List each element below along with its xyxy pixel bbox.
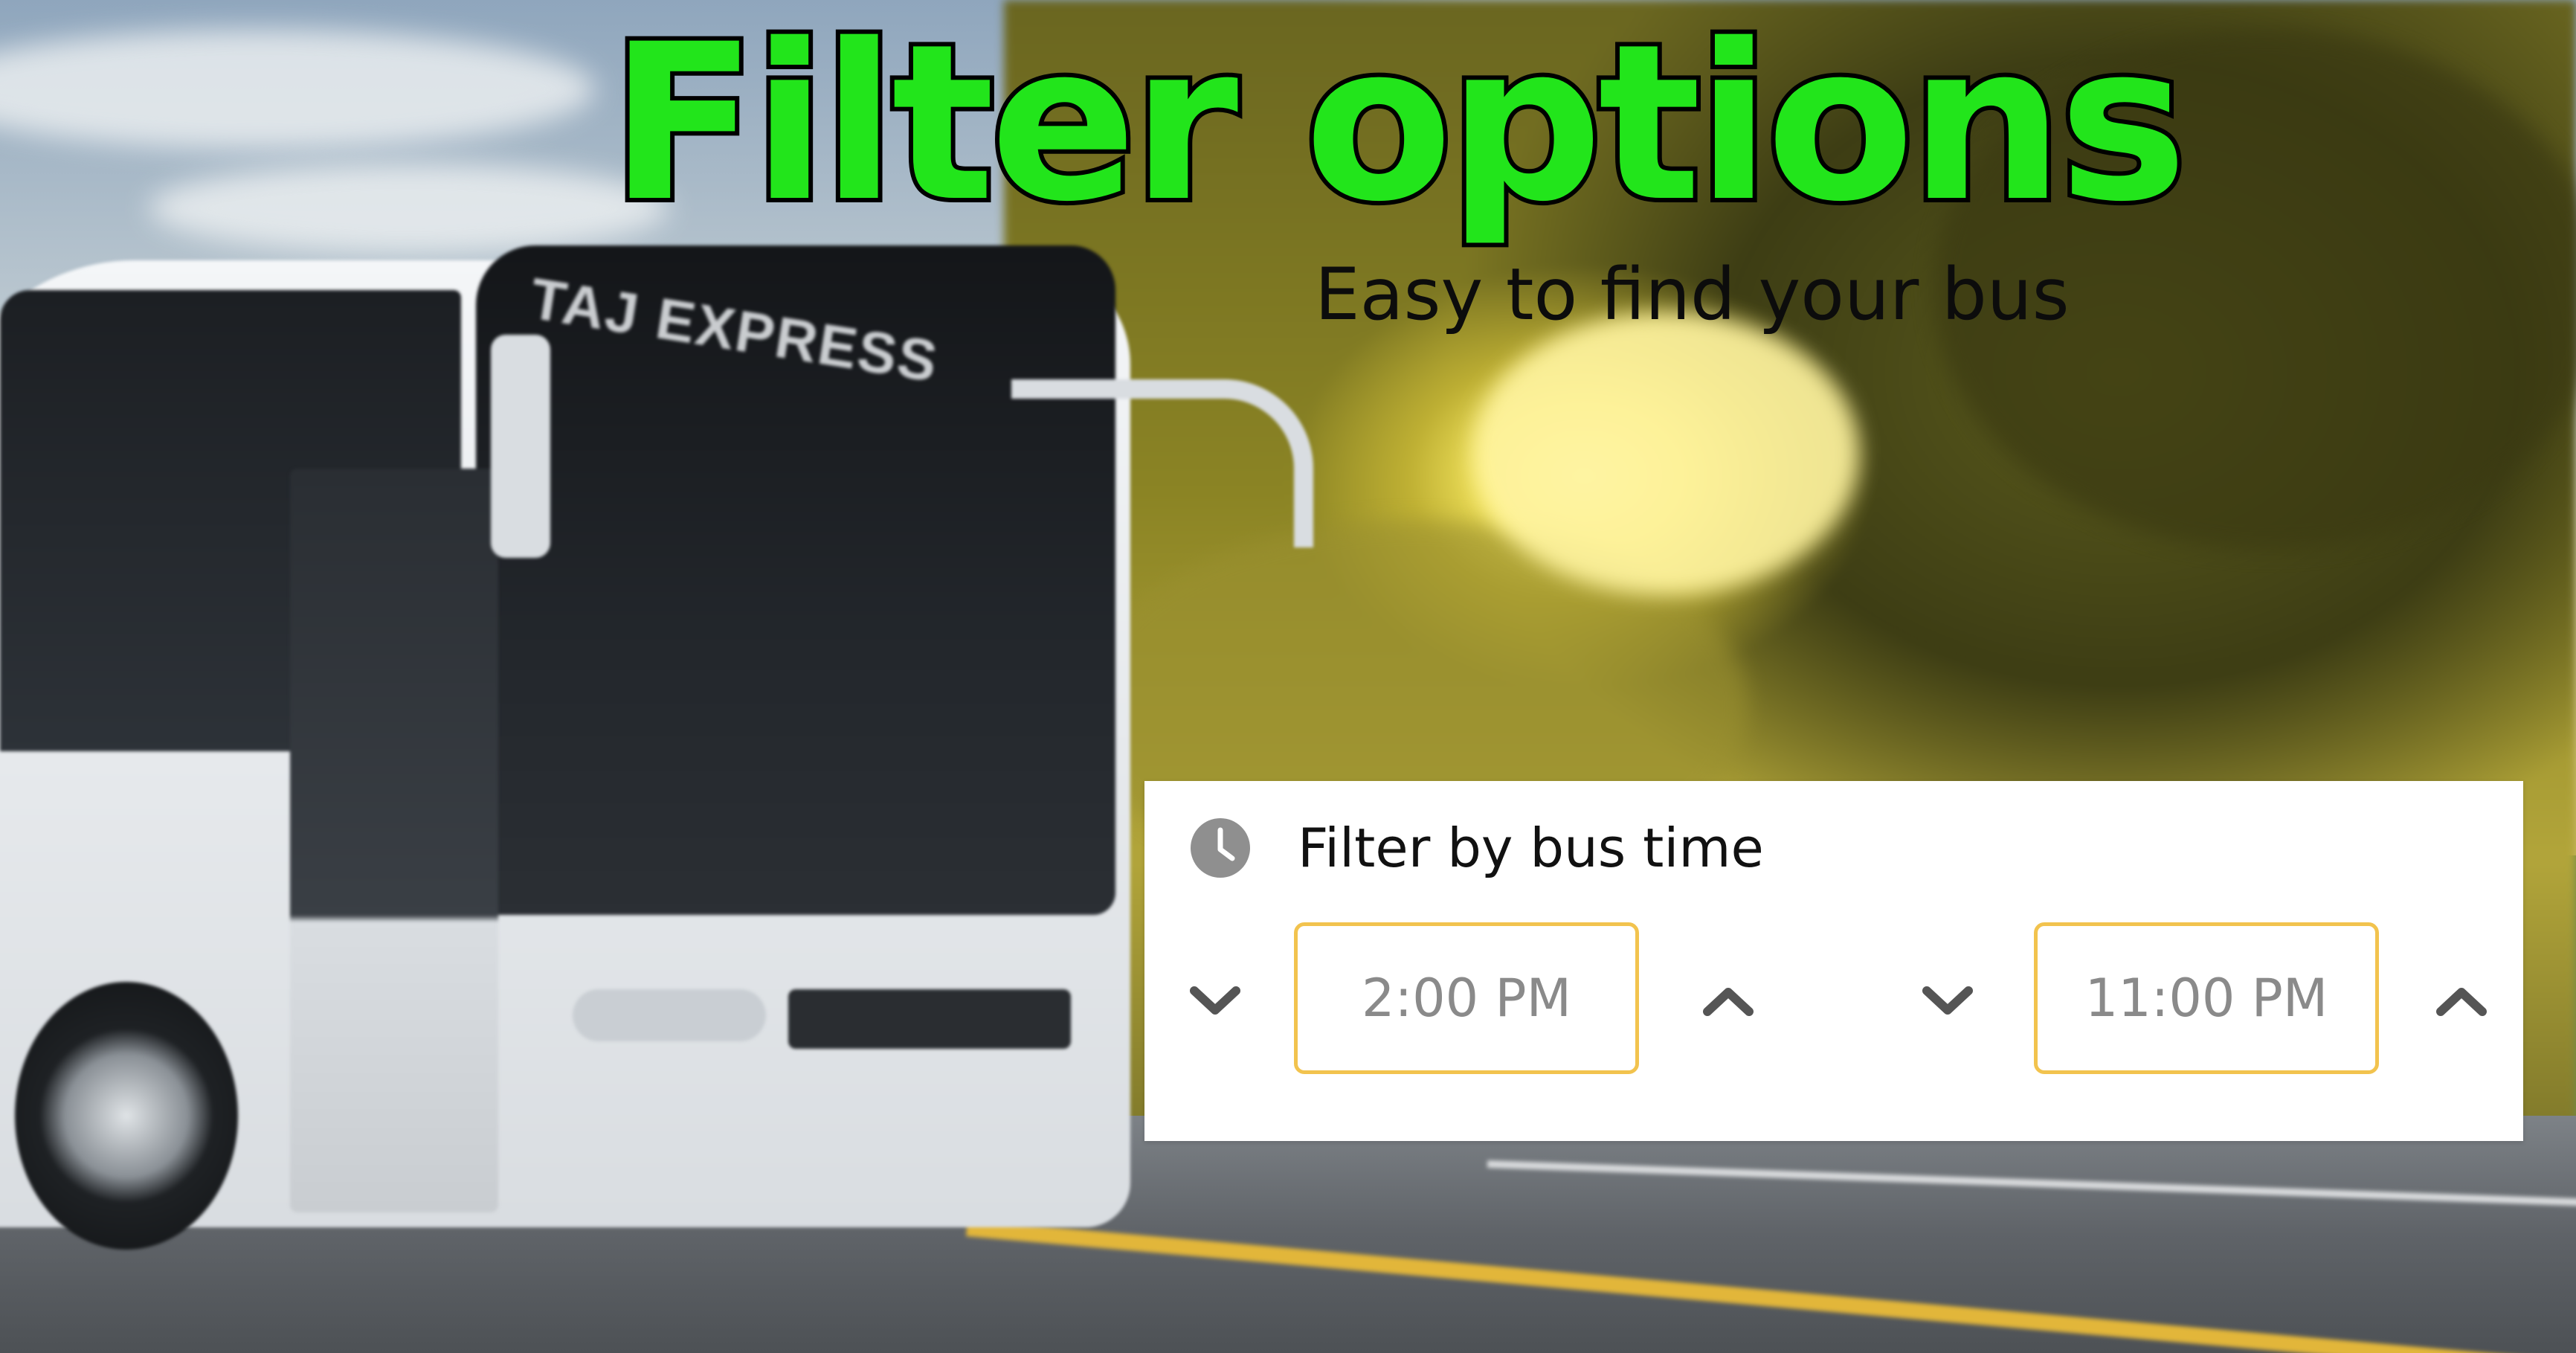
bus-image: TAJ EXPRESS: [0, 201, 1313, 1264]
chevron-down-icon: [1922, 986, 1973, 1015]
bus-headlight: [573, 989, 766, 1041]
bus-mirror: [491, 335, 550, 558]
chevron-up-icon: [2436, 988, 2487, 1016]
chevron-down-icon: [1190, 986, 1240, 1015]
clock-icon: [1189, 817, 1252, 879]
start-time-increase-button[interactable]: [1698, 979, 1758, 1023]
start-time-decrease-button[interactable]: [1185, 979, 1245, 1023]
filter-header: Filter by bus time: [1189, 811, 1764, 885]
promo-headline: Filter options: [605, 0, 2192, 249]
end-time-decrease-button[interactable]: [1918, 979, 1977, 1023]
filter-title: Filter by bus time: [1298, 817, 1764, 879]
bus-door: [290, 469, 498, 1212]
bus-grille: [788, 989, 1071, 1049]
promo-subheadline: Easy to find your bus: [1315, 253, 2070, 336]
filter-by-time-card: Filter by bus time 2:00 PM 11:00 PM: [1144, 781, 2523, 1141]
bus-wheel: [15, 982, 238, 1250]
end-time-field[interactable]: 11:00 PM: [2034, 922, 2379, 1074]
sun-glow: [1472, 312, 1859, 595]
chevron-up-icon: [1703, 988, 1754, 1016]
end-time-increase-button[interactable]: [2432, 979, 2491, 1023]
start-time-field[interactable]: 2:00 PM: [1294, 922, 1639, 1074]
bus-mirror: [1011, 379, 1313, 547]
